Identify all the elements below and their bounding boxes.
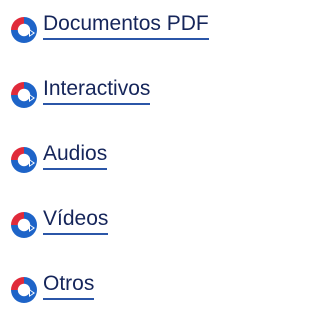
menu-item-documentos-pdf[interactable]: Documentos PDF <box>9 11 209 45</box>
play-circle-icon <box>11 17 37 43</box>
menu-item-label[interactable]: Otros <box>43 271 95 300</box>
play-circle-icon <box>11 212 37 238</box>
menu-item-label[interactable]: Audios <box>43 141 108 170</box>
menu-item-otros[interactable]: Otros <box>9 271 95 305</box>
menu-item-videos[interactable]: Vídeos <box>9 206 109 240</box>
resource-menu: Documentos PDF Interactivos Audios Vídeo… <box>0 0 256 322</box>
menu-item-label[interactable]: Documentos PDF <box>43 11 209 40</box>
play-circle-icon <box>11 277 37 303</box>
menu-item-label[interactable]: Vídeos <box>43 206 109 235</box>
menu-item-interactivos[interactable]: Interactivos <box>9 76 151 110</box>
play-circle-icon <box>11 147 37 173</box>
menu-item-audios[interactable]: Audios <box>9 141 108 175</box>
menu-item-label[interactable]: Interactivos <box>43 76 151 105</box>
play-circle-icon <box>11 82 37 108</box>
